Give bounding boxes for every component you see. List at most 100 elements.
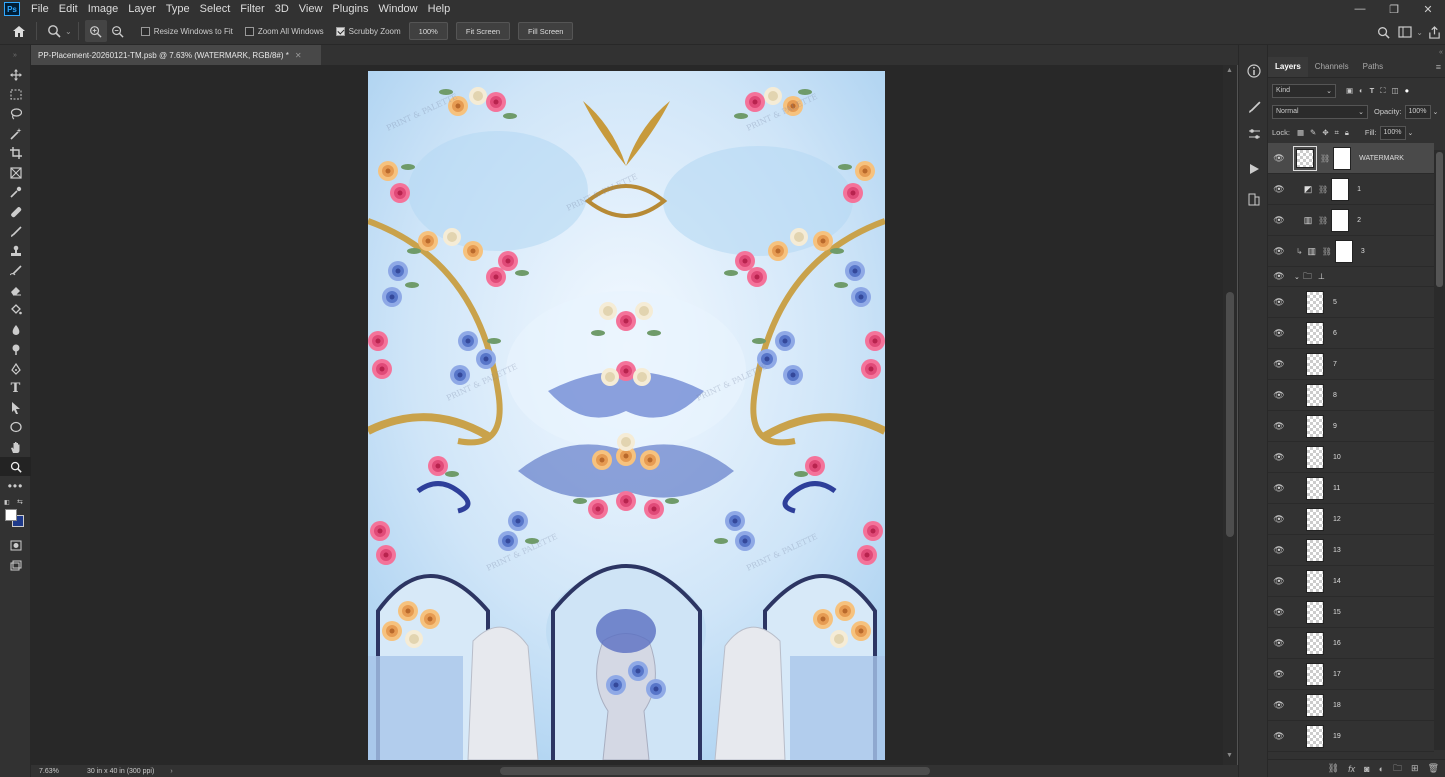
fit-screen-button[interactable]: Fit Screen bbox=[455, 22, 511, 40]
brush-settings-icon[interactable] bbox=[1239, 92, 1269, 123]
fill-screen-button[interactable]: Fill Screen bbox=[518, 22, 574, 40]
blur-tool-icon[interactable] bbox=[0, 320, 31, 340]
visibility-eye-icon[interactable]: 👁︎ bbox=[1268, 421, 1290, 432]
workspace-chevron-icon[interactable]: ⌄ bbox=[1416, 28, 1423, 37]
mask-link-icon[interactable]: ⛓︎ bbox=[1318, 216, 1328, 225]
layer-3[interactable]: 👁︎ ↳ ▥ ⛓︎ 3 bbox=[1268, 236, 1434, 267]
document-tab[interactable]: PP-Placement-20260121-TM.psb @ 7.63% (WA… bbox=[31, 45, 321, 65]
layer-mask-thumbnail[interactable] bbox=[1333, 146, 1352, 170]
visibility-eye-icon[interactable]: 👁︎ bbox=[1268, 297, 1290, 308]
tab-channels[interactable]: Channels bbox=[1308, 57, 1356, 77]
actions-play-icon[interactable] bbox=[1239, 153, 1269, 184]
layer-mask-thumbnail[interactable] bbox=[1331, 208, 1350, 232]
frame-tool-icon[interactable] bbox=[0, 163, 31, 183]
opacity-input[interactable]: 100% bbox=[1404, 104, 1431, 119]
lasso-tool-icon[interactable] bbox=[0, 104, 31, 124]
search-icon[interactable] bbox=[1372, 21, 1394, 43]
panel-collapse-icon[interactable]: « bbox=[1439, 49, 1443, 56]
lock-position-icon[interactable]: ✥ bbox=[1322, 128, 1328, 137]
layer-16[interactable]: 👁︎ 16 bbox=[1268, 628, 1434, 659]
fill-input[interactable]: 100% bbox=[1379, 125, 1406, 140]
visibility-eye-icon[interactable]: 👁︎ bbox=[1268, 607, 1290, 618]
edit-toolbar-icon[interactable]: ••• bbox=[0, 476, 31, 496]
filter-smart-object-icon[interactable]: ◫ bbox=[1391, 86, 1398, 95]
blend-mode-select[interactable]: Normal ⌄ bbox=[1272, 104, 1368, 119]
layer-18[interactable]: 👁︎ 18 bbox=[1268, 690, 1434, 721]
status-menu-icon[interactable]: › bbox=[170, 768, 172, 775]
canvas-horizontal-scroll-thumb[interactable] bbox=[500, 767, 930, 775]
menu-layer[interactable]: Layer bbox=[123, 0, 161, 18]
resize-windows-checkbox[interactable]: Resize Windows to Fit bbox=[140, 26, 233, 36]
zoom-tool-icon[interactable] bbox=[0, 456, 31, 477]
layer-17[interactable]: 👁︎ 17 bbox=[1268, 659, 1434, 690]
history-brush-tool-icon[interactable] bbox=[0, 261, 31, 281]
opacity-chevron-icon[interactable]: ⌄ bbox=[1433, 108, 1439, 116]
layer-11[interactable]: 👁︎ 11 bbox=[1268, 473, 1434, 504]
visibility-eye-icon[interactable]: 👁︎ bbox=[1268, 359, 1290, 370]
filter-toggle-icon[interactable]: ● bbox=[1405, 86, 1410, 95]
tab-layers[interactable]: Layers bbox=[1268, 57, 1308, 77]
menu-select[interactable]: Select bbox=[195, 0, 236, 18]
layer-group[interactable]: 👁︎ ⌄ 🗀︎ ⊥ bbox=[1268, 267, 1434, 287]
menu-file[interactable]: File bbox=[26, 0, 54, 18]
menu-filter[interactable]: Filter bbox=[235, 0, 269, 18]
healing-brush-tool-icon[interactable] bbox=[0, 202, 31, 222]
canvas-vertical-scroll-thumb[interactable] bbox=[1226, 292, 1234, 537]
mask-link-icon[interactable]: ⛓︎ bbox=[1320, 154, 1330, 163]
layer-12[interactable]: 👁︎ 12 bbox=[1268, 504, 1434, 535]
hand-tool-icon[interactable] bbox=[0, 437, 31, 457]
visibility-eye-icon[interactable]: 👁︎ bbox=[1268, 700, 1290, 711]
filter-shape-icon[interactable]: ⛶ bbox=[1380, 86, 1385, 96]
scroll-up-icon[interactable]: ▲ bbox=[1226, 67, 1233, 74]
close-document-icon[interactable]: ✕ bbox=[295, 51, 302, 60]
paint-bucket-tool-icon[interactable] bbox=[0, 300, 31, 320]
path-selection-tool-icon[interactable] bbox=[0, 398, 31, 418]
lock-transparent-icon[interactable]: ▦ bbox=[1297, 128, 1304, 137]
history-icon[interactable] bbox=[1239, 184, 1269, 215]
pen-tool-icon[interactable] bbox=[0, 359, 31, 379]
visibility-eye-icon[interactable]: 👁︎ bbox=[1268, 452, 1290, 463]
move-tool-icon[interactable] bbox=[0, 65, 31, 85]
info-icon[interactable] bbox=[1239, 55, 1269, 86]
layer-9[interactable]: 👁︎ 9 bbox=[1268, 411, 1434, 442]
visibility-eye-icon[interactable]: 👁︎ bbox=[1268, 215, 1290, 226]
filter-kind-select[interactable]: Kind ⌄ bbox=[1272, 83, 1336, 98]
visibility-eye-icon[interactable]: 👁︎ bbox=[1268, 669, 1290, 680]
foreground-color-swatch[interactable] bbox=[5, 509, 17, 522]
layer-8[interactable]: 👁︎ 8 bbox=[1268, 380, 1434, 411]
document-canvas[interactable]: PRINT & PALETTE PRINT & PALETTE PRINT & … bbox=[368, 71, 885, 760]
layers-scroll-thumb[interactable] bbox=[1436, 152, 1443, 287]
visibility-eye-icon[interactable]: 👁︎ bbox=[1268, 514, 1290, 525]
layer-5[interactable]: 👁︎ 5 bbox=[1268, 287, 1434, 318]
zoom-100-button[interactable]: 100% bbox=[408, 22, 448, 40]
clone-stamp-tool-icon[interactable] bbox=[0, 241, 31, 261]
ellipse-tool-icon[interactable] bbox=[0, 418, 31, 438]
menu-plugins[interactable]: Plugins bbox=[327, 0, 373, 18]
restore-icon[interactable]: ❐ bbox=[1377, 0, 1411, 18]
quick-mask-icon[interactable] bbox=[0, 536, 31, 556]
new-group-icon[interactable]: 🗀︎ bbox=[1393, 761, 1402, 777]
visibility-eye-icon[interactable]: 👁︎ bbox=[1268, 271, 1290, 282]
default-colors-icon[interactable]: ◧ bbox=[4, 499, 10, 506]
swap-colors-icon[interactable]: ⇆ bbox=[17, 498, 23, 506]
fill-chevron-icon[interactable]: ⌄ bbox=[1408, 129, 1414, 137]
chevron-down-icon[interactable]: ⌄ bbox=[65, 27, 72, 36]
crop-tool-icon[interactable] bbox=[0, 143, 31, 163]
screen-mode-icon[interactable] bbox=[0, 556, 31, 576]
type-tool-icon[interactable]: T bbox=[0, 379, 31, 399]
zoom-readout[interactable]: 7.63% bbox=[39, 768, 87, 775]
visibility-eye-icon[interactable]: 👁︎ bbox=[1268, 328, 1290, 339]
layer-style-fx-icon[interactable]: fx bbox=[1348, 764, 1355, 774]
adjustments-icon[interactable] bbox=[1239, 123, 1269, 145]
visibility-eye-icon[interactable]: 👁︎ bbox=[1268, 483, 1290, 494]
visibility-eye-icon[interactable]: 👁︎ bbox=[1268, 638, 1290, 649]
layer-15[interactable]: 👁︎ 15 bbox=[1268, 597, 1434, 628]
layer-13[interactable]: 👁︎ 13 bbox=[1268, 535, 1434, 566]
visibility-eye-icon[interactable]: 👁︎ bbox=[1268, 731, 1290, 742]
dodge-tool-icon[interactable] bbox=[0, 339, 31, 359]
layer-mask-thumbnail[interactable] bbox=[1334, 239, 1353, 263]
panel-menu-icon[interactable]: ≡ bbox=[1436, 62, 1441, 72]
marquee-tool-icon[interactable] bbox=[0, 85, 31, 105]
tab-paths[interactable]: Paths bbox=[1356, 57, 1390, 77]
lock-artboard-icon[interactable]: ⌗ bbox=[1335, 128, 1339, 138]
